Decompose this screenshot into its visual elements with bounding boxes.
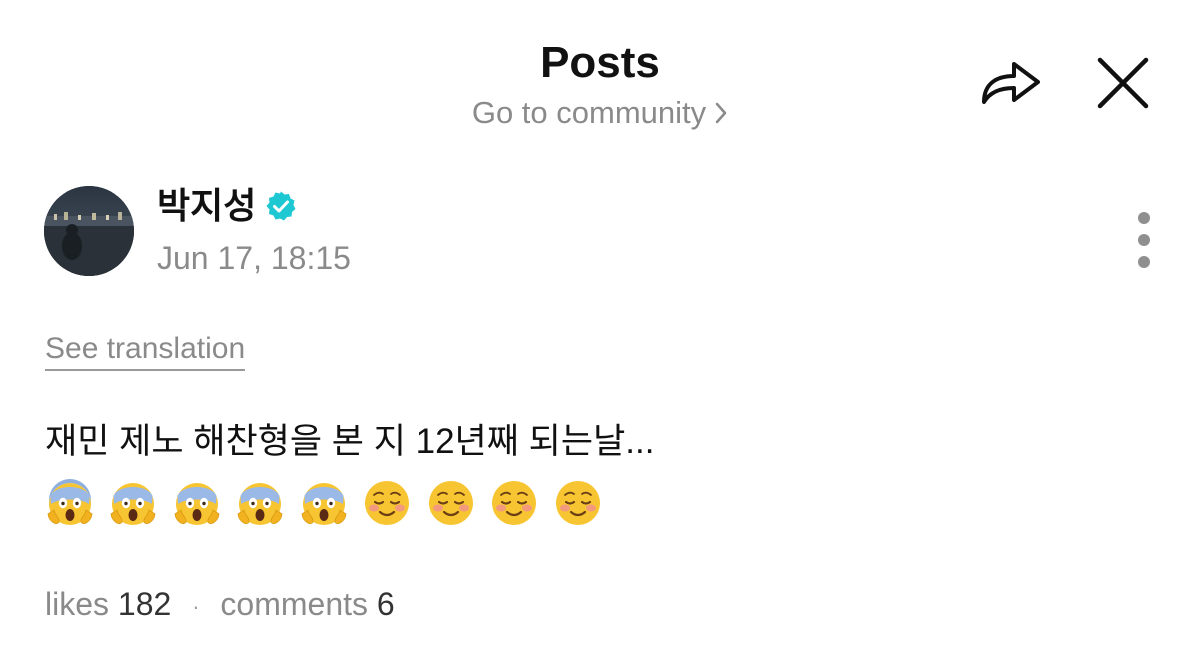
dot-icon (1138, 212, 1150, 224)
share-button[interactable] (976, 52, 1044, 112)
smiling-face-icon (428, 481, 473, 525)
avatar[interactable] (44, 186, 134, 276)
dot-icon (1138, 256, 1150, 268)
stats-separator: · (192, 593, 200, 619)
chevron-right-icon (715, 102, 727, 124)
author-name[interactable]: 박지성 (157, 184, 256, 228)
close-button[interactable] (1094, 54, 1152, 112)
share-arrow-icon (982, 62, 1040, 104)
post-text: 재민 제노 해찬형을 본 지 12년째 되는날... (45, 422, 655, 461)
smiling-face-icon (492, 481, 537, 525)
smiling-face-icon (555, 481, 600, 525)
see-translation-link[interactable]: See translation (45, 331, 246, 371)
emoji-row (45, 478, 612, 528)
more-options-button[interactable] (1126, 208, 1162, 272)
post-stats: likes 182 · comments 6 (45, 584, 395, 627)
comments-count[interactable]: 6 (377, 586, 395, 622)
avatar-image (44, 186, 134, 276)
face-screaming-in-fear-icon (47, 479, 93, 525)
face-screaming-in-fear-icon (111, 483, 156, 525)
post-detail-page: Posts Go to community 박지성 Jun 17, 18:15 … (0, 0, 1200, 667)
verified-badge-icon (265, 190, 297, 222)
post-timestamp: Jun 17, 18:15 (157, 240, 351, 276)
face-screaming-in-fear-icon (237, 483, 283, 525)
community-link-label: Go to community (471, 95, 707, 130)
likes-label[interactable]: likes (45, 586, 109, 622)
comments-label[interactable]: comments (220, 586, 368, 622)
close-icon (1097, 57, 1149, 109)
face-screaming-in-fear-icon (174, 483, 220, 525)
likes-count[interactable]: 182 (118, 586, 171, 622)
face-screaming-in-fear-icon (301, 483, 347, 525)
dot-icon (1138, 234, 1150, 246)
smiling-face-icon (365, 481, 410, 525)
